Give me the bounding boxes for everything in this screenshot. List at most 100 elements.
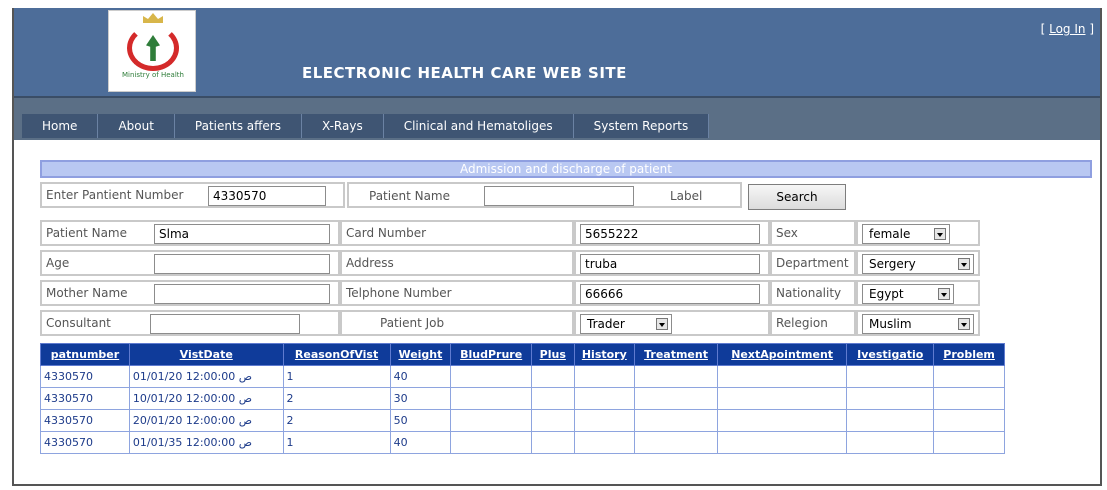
col-ivestigatio[interactable]: Ivestigatio [846, 343, 935, 366]
age-label: Age [46, 256, 70, 270]
menu-item-reports[interactable]: System Reports [574, 114, 710, 138]
section-title: Admission and discharge of patient [40, 160, 1092, 178]
cell-reasonofvist: 1 [282, 365, 391, 388]
card-number-label: Card Number [340, 220, 574, 246]
table-row: 4330570 10/01/20 12:00:00 ص 2 30 [40, 387, 1005, 410]
col-plus[interactable]: Plus [531, 343, 575, 366]
menu-bar: Home About Patients affers X-Rays Clinic… [14, 96, 1100, 140]
cell-reasonofvist: 2 [282, 409, 391, 432]
cell-problem [933, 387, 1005, 410]
crown-icon [143, 13, 163, 23]
col-weight[interactable]: Weight [389, 343, 452, 366]
col-treatment[interactable]: Treatment [634, 343, 718, 366]
telephone-input[interactable]: 66666 [580, 284, 760, 304]
site-header: Ministry of Health ELECTRONIC HEALTH CAR… [14, 8, 1100, 96]
cell-history [573, 387, 636, 410]
patient-job-value: Trader [587, 317, 625, 331]
menu-item-home[interactable]: Home [22, 114, 99, 138]
col-bludprure[interactable]: BludPrure [450, 343, 533, 366]
search-name-input[interactable] [484, 186, 634, 206]
logo-text: Ministry of Health [122, 71, 184, 79]
cell-bludprure [450, 431, 533, 454]
login-bracket-close: ] [1085, 22, 1094, 36]
table-row: 4330570 01/01/20 12:00:00 ص 1 40 [40, 365, 1005, 388]
cell-reasonofvist: 2 [282, 387, 391, 410]
patient-job-label: Patient Job [380, 316, 445, 330]
col-patnumber[interactable]: patnumber [40, 343, 130, 366]
cell-reasonofvist: 1 [282, 431, 391, 454]
consultant-input[interactable] [150, 314, 300, 334]
chevron-down-icon[interactable] [958, 318, 970, 330]
patient-name-input[interactable]: Slma [154, 224, 330, 244]
login-area: [ Log In ] [1041, 22, 1094, 36]
cell-plus [531, 431, 575, 454]
cell-patnumber: 4330570 [40, 387, 130, 410]
patient-number-input[interactable]: 4330570 [208, 186, 326, 206]
cell-problem [933, 365, 1005, 388]
menu-item-clinical[interactable]: Clinical and Hematoliges [384, 114, 574, 138]
cell-problem [933, 431, 1005, 454]
search-button[interactable]: Search [748, 184, 846, 210]
cell-nextapointment [716, 365, 848, 388]
cell-plus [531, 387, 575, 410]
age-input[interactable] [154, 254, 330, 274]
cell-patnumber: 4330570 [40, 409, 130, 432]
chevron-down-icon[interactable] [938, 288, 950, 300]
cell-nextapointment [716, 387, 848, 410]
cell-weight: 40 [389, 431, 452, 454]
mother-name-input[interactable] [154, 284, 330, 304]
patient-job-select[interactable]: Trader [580, 314, 672, 334]
site-title: ELECTRONIC HEALTH CARE WEB SITE [302, 64, 627, 82]
search-name-label: Patient Name [369, 189, 450, 203]
nationality-value: Egypt [869, 287, 904, 301]
cell-history [573, 431, 636, 454]
label-text: Label [670, 189, 703, 203]
department-value: Sergery [869, 257, 916, 271]
cell-bludprure [450, 387, 533, 410]
cell-vistdate: 01/01/35 12:00:00 ص [128, 431, 284, 454]
chevron-down-icon[interactable] [958, 258, 970, 270]
cell-weight: 30 [389, 387, 452, 410]
cell-ivestigatio [846, 409, 935, 432]
cell-vistdate: 01/01/20 12:00:00 ص [128, 365, 284, 388]
chevron-down-icon[interactable] [656, 318, 668, 330]
ministry-logo: Ministry of Health [108, 10, 196, 92]
col-history[interactable]: History [573, 343, 636, 366]
sex-select[interactable]: female [862, 224, 950, 244]
login-bracket-open: [ [1040, 22, 1050, 36]
address-label: Address [340, 250, 574, 276]
sex-label: Sex [770, 220, 856, 246]
col-problem[interactable]: Problem [933, 343, 1005, 366]
table-row: 4330570 20/01/20 12:00:00 ص 2 50 [40, 409, 1005, 432]
main-menu: Home About Patients affers X-Rays Clinic… [22, 114, 710, 138]
col-reasonofvist[interactable]: ReasonOfVist [282, 343, 391, 366]
cell-weight: 50 [389, 409, 452, 432]
card-number-input[interactable]: 5655222 [580, 224, 760, 244]
nationality-select[interactable]: Egypt [862, 284, 954, 304]
cell-problem [933, 409, 1005, 432]
cell-treatment [634, 387, 718, 410]
cell-history [573, 365, 636, 388]
sex-value: female [869, 227, 911, 241]
cell-ivestigatio [846, 431, 935, 454]
cell-treatment [634, 431, 718, 454]
menu-item-about[interactable]: About [98, 114, 175, 138]
table-row: 4330570 01/01/35 12:00:00 ص 1 40 [40, 431, 1005, 454]
consultant-label: Consultant [46, 316, 111, 330]
col-nextapointment[interactable]: NextApointment [716, 343, 848, 366]
cell-vistdate: 20/01/20 12:00:00 ص [128, 409, 284, 432]
cell-patnumber: 4330570 [40, 431, 130, 454]
mother-name-label: Mother Name [46, 286, 128, 300]
religion-select[interactable]: Muslim [862, 314, 974, 334]
cell-plus [531, 409, 575, 432]
login-link[interactable]: Log In [1049, 22, 1085, 36]
cell-weight: 40 [389, 365, 452, 388]
col-vistdate[interactable]: VistDate [128, 343, 284, 366]
chevron-down-icon[interactable] [934, 228, 946, 240]
menu-item-xrays[interactable]: X-Rays [302, 114, 384, 138]
department-select[interactable]: Sergery [862, 254, 974, 274]
address-input[interactable]: truba [580, 254, 760, 274]
visits-table: patnumber VistDate ReasonOfVist Weight B… [40, 343, 1005, 454]
menu-item-patients[interactable]: Patients affers [175, 114, 302, 138]
cell-ivestigatio [846, 387, 935, 410]
